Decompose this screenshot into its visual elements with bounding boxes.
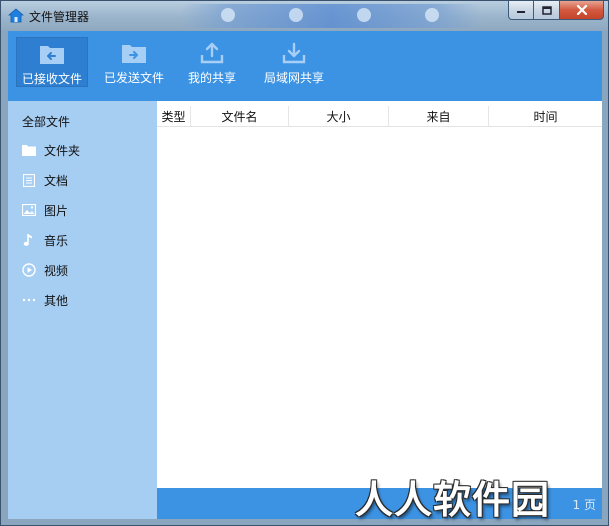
sidebar-item-label: 音乐 — [44, 233, 69, 248]
maximize-icon — [541, 5, 552, 15]
tab-my-share[interactable]: 我的共享 — [184, 37, 240, 87]
close-icon — [576, 5, 587, 15]
tab-label: 已接收文件 — [21, 72, 82, 86]
sidebar-item-label: 其他 — [44, 293, 69, 308]
decor-icon — [425, 8, 439, 22]
minimize-icon — [517, 11, 525, 13]
home-icon — [8, 8, 24, 23]
folder-icon — [22, 145, 36, 156]
column-header-time[interactable]: 时间 — [489, 106, 602, 126]
sidebar-item-other[interactable]: 其他 — [22, 291, 68, 309]
sidebar-item-label: 视频 — [44, 263, 69, 278]
tab-label: 已发送文件 — [103, 71, 164, 85]
download-icon — [282, 42, 306, 64]
column-header-type[interactable]: 类型 — [157, 106, 191, 126]
column-header-size[interactable]: 大小 — [289, 106, 389, 126]
tab-sent-files[interactable]: 已发送文件 — [98, 37, 170, 87]
page-indicator: 1 页 — [572, 498, 596, 512]
video-icon — [22, 263, 36, 277]
maximize-button[interactable] — [534, 1, 560, 20]
sidebar-item-label: 图片 — [44, 203, 69, 218]
tab-lan-share[interactable]: 局域网共享 — [258, 37, 330, 87]
close-button[interactable] — [560, 1, 604, 20]
window-title: 文件管理器 — [29, 10, 90, 24]
image-icon — [22, 204, 36, 216]
document-icon — [23, 173, 35, 187]
more-icon — [22, 298, 36, 302]
sidebar-item-all-files[interactable]: 全部文件 — [22, 113, 70, 130]
window-controls — [508, 1, 604, 21]
sidebar: 全部文件 文件夹 文档 图片 音乐 视频 其他 — [8, 101, 157, 519]
decor-icon — [357, 8, 371, 22]
sidebar-item-music[interactable]: 音乐 — [22, 231, 68, 249]
tab-label: 局域网共享 — [263, 71, 324, 85]
folder-out-icon — [122, 45, 146, 63]
sidebar-item-folder[interactable]: 文件夹 — [22, 141, 80, 159]
app-window: 文件管理器 已接收文件 已发送文件 我的共享 局域网共享 全部文件 文件夹 文档… — [0, 0, 609, 526]
sidebar-item-label: 文档 — [44, 173, 69, 188]
decor-icon — [221, 8, 235, 22]
sidebar-item-label: 文件夹 — [44, 143, 81, 158]
music-icon — [23, 234, 32, 246]
file-list[interactable]: 类型 文件名 大小 来自 时间 — [157, 101, 602, 488]
toolbar: 已接收文件 已发送文件 我的共享 局域网共享 — [8, 31, 602, 101]
column-header-from[interactable]: 来自 — [389, 106, 489, 126]
decor-icon — [289, 8, 303, 22]
watermark: 人人软件园 — [355, 478, 551, 522]
upload-icon — [200, 42, 224, 64]
minimize-button[interactable] — [508, 1, 534, 20]
tab-label: 我的共享 — [187, 71, 236, 85]
table-header: 类型 文件名 大小 来自 时间 — [157, 106, 602, 127]
title-bar[interactable]: 文件管理器 — [1, 1, 608, 31]
sidebar-item-documents[interactable]: 文档 — [22, 171, 68, 189]
tab-received-files[interactable]: 已接收文件 — [16, 37, 88, 87]
sidebar-item-images[interactable]: 图片 — [22, 201, 68, 219]
sidebar-item-video[interactable]: 视频 — [22, 261, 68, 279]
column-header-filename[interactable]: 文件名 — [191, 106, 289, 126]
folder-in-icon — [40, 46, 64, 64]
